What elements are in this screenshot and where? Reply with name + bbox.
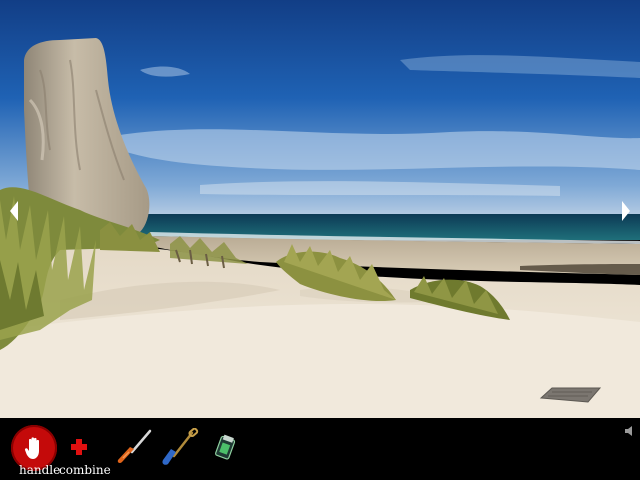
screwdriver-icon: [117, 429, 152, 464]
combine-label: combine: [59, 463, 111, 477]
inventory-item-lighter[interactable]: [206, 428, 246, 468]
combine-button[interactable]: [70, 438, 88, 456]
inventory-bar: handle combine: [0, 418, 640, 480]
drain-grate[interactable]: [541, 386, 601, 404]
shovel-icon: [162, 427, 199, 465]
lighter-icon: [215, 434, 236, 460]
navigate-right-button[interactable]: [620, 200, 632, 222]
hand-icon: [24, 437, 39, 459]
inventory-item-shovel[interactable]: [160, 427, 200, 468]
game-scene[interactable]: [0, 0, 640, 418]
beach-scene-image: [0, 0, 640, 418]
red-cross-icon: [71, 439, 87, 455]
arrow-right-icon: [622, 201, 630, 221]
handle-label: handle: [19, 463, 61, 477]
arrow-left-icon: [10, 201, 18, 221]
speaker-icon: [625, 426, 632, 436]
inventory-item-screwdriver[interactable]: [114, 428, 154, 468]
navigate-left-button[interactable]: [8, 200, 20, 222]
sound-toggle-button[interactable]: [624, 422, 636, 436]
